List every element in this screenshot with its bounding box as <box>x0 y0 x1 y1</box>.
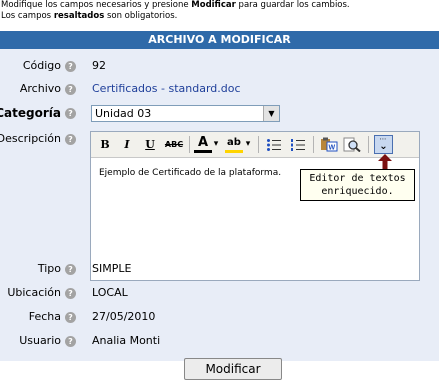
categoria-select[interactable]: Unidad 03 ▼ <box>91 105 280 122</box>
help-icon[interactable]: ? <box>65 83 76 95</box>
bullet-list-icon[interactable] <box>265 136 283 153</box>
italic-button[interactable]: I <box>119 136 135 153</box>
highlight-dropdown[interactable]: ▾ <box>244 136 252 153</box>
toolbar-separator <box>313 136 314 153</box>
strikethrough-button[interactable]: ABC <box>164 136 184 153</box>
paste-word-icon[interactable]: W <box>319 136 339 153</box>
annotation-arrow-icon <box>378 154 392 170</box>
editor-toolbar: B I U ABC A ▾ ab ▾ W ⋯ ⌄ <box>91 132 419 158</box>
toolbar-separator <box>189 136 190 153</box>
bold-button[interactable]: B <box>97 136 113 153</box>
modificar-button[interactable]: Modificar <box>184 358 282 380</box>
annotation-callout: Editor de textos enriquecido. <box>300 169 415 201</box>
instructions-text: son obligatorios. <box>104 11 178 21</box>
highlight-button[interactable]: ab <box>225 136 243 153</box>
panel-title: ARCHIVO A MODIFICAR <box>0 31 439 49</box>
categoria-selected-value: Unidad 03 <box>95 107 152 120</box>
help-icon[interactable]: ? <box>65 311 76 323</box>
underline-button[interactable]: U <box>142 136 158 153</box>
codigo-value: 92 <box>92 59 106 72</box>
help-icon[interactable]: ? <box>65 263 76 275</box>
help-icon[interactable]: ? <box>65 107 76 119</box>
descripcion-label-text: Descripción <box>0 132 61 145</box>
ubicacion-label: Ubicación? <box>7 285 76 301</box>
tipo-value: SIMPLE <box>92 262 132 275</box>
instructions: Modifique los campos necesarios y presio… <box>1 0 350 22</box>
archivo-label-text: Archivo <box>19 82 61 95</box>
ubicacion-label-text: Ubicación <box>7 286 61 299</box>
help-icon[interactable]: ? <box>65 335 76 347</box>
archivo-link[interactable]: Certificados - standard.doc <box>92 81 241 97</box>
callout-line: enriquecido. <box>321 186 394 197</box>
instructions-text: Los campos <box>1 11 54 21</box>
usuario-label: Usuario? <box>19 333 76 349</box>
font-color-button[interactable]: A <box>194 136 212 153</box>
ubicacion-value: LOCAL <box>92 286 128 299</box>
callout-line: Editor de textos <box>309 173 406 184</box>
numbered-list-icon[interactable] <box>289 136 307 153</box>
toolbar-separator <box>368 136 369 153</box>
codigo-label: Código? <box>23 58 76 74</box>
chevron-down-icon[interactable]: ▼ <box>263 106 279 121</box>
categoria-label: Categoría? <box>0 105 76 121</box>
usuario-value: Analia Monti <box>92 334 161 347</box>
usuario-label-text: Usuario <box>19 334 61 347</box>
instructions-bold: Modificar <box>191 0 236 10</box>
fecha-value: 27/05/2010 <box>92 310 156 323</box>
tipo-label-text: Tipo <box>37 262 61 275</box>
descripcion-label: Descripción? <box>0 131 76 147</box>
find-icon[interactable] <box>342 136 362 153</box>
help-icon[interactable]: ? <box>65 60 76 72</box>
fecha-label-text: Fecha <box>28 310 61 323</box>
codigo-label-text: Código <box>22 59 61 72</box>
chevron-down-icon: ⌄ <box>379 141 388 152</box>
editor-content[interactable]: Ejemplo de Certificado de la plataforma. <box>99 168 281 178</box>
expand-toolbar-icon[interactable]: ⋯ ⌄ <box>374 135 393 154</box>
instructions-text: Modifique los campos necesarios y presio… <box>1 0 192 10</box>
toolbar-separator <box>258 136 259 153</box>
tipo-label: Tipo? <box>38 261 76 277</box>
help-icon[interactable]: ? <box>65 287 76 299</box>
categoria-label-text: Categoría <box>0 106 61 120</box>
help-icon[interactable]: ? <box>65 133 76 145</box>
archivo-label: Archivo? <box>20 81 76 97</box>
font-color-dropdown[interactable]: ▾ <box>212 136 220 153</box>
svg-text:W: W <box>329 145 336 152</box>
instructions-bold: resaltados <box>53 11 105 21</box>
rich-text-editor[interactable]: B I U ABC A ▾ ab ▾ W ⋯ ⌄ Ejemplo de Cert… <box>90 131 420 281</box>
instructions-text: para guardar los cambios. <box>235 0 350 10</box>
fecha-label: Fecha? <box>29 309 76 325</box>
